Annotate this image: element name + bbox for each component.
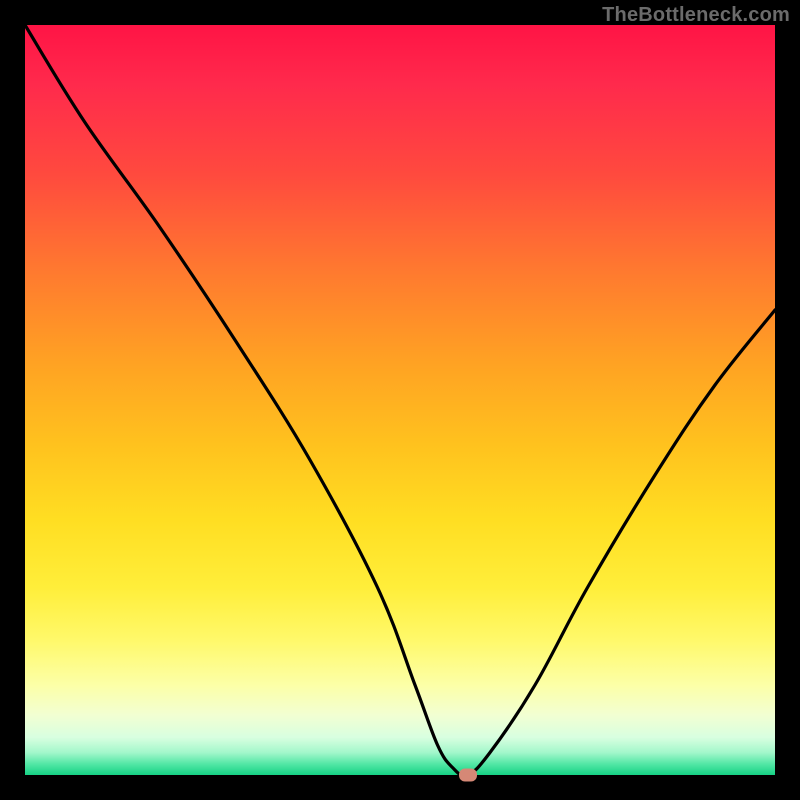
curve-path xyxy=(25,25,775,776)
chart-frame: TheBottleneck.com xyxy=(0,0,800,800)
optimal-point-marker xyxy=(459,769,477,782)
bottleneck-curve xyxy=(25,25,775,775)
watermark-text: TheBottleneck.com xyxy=(602,4,790,27)
